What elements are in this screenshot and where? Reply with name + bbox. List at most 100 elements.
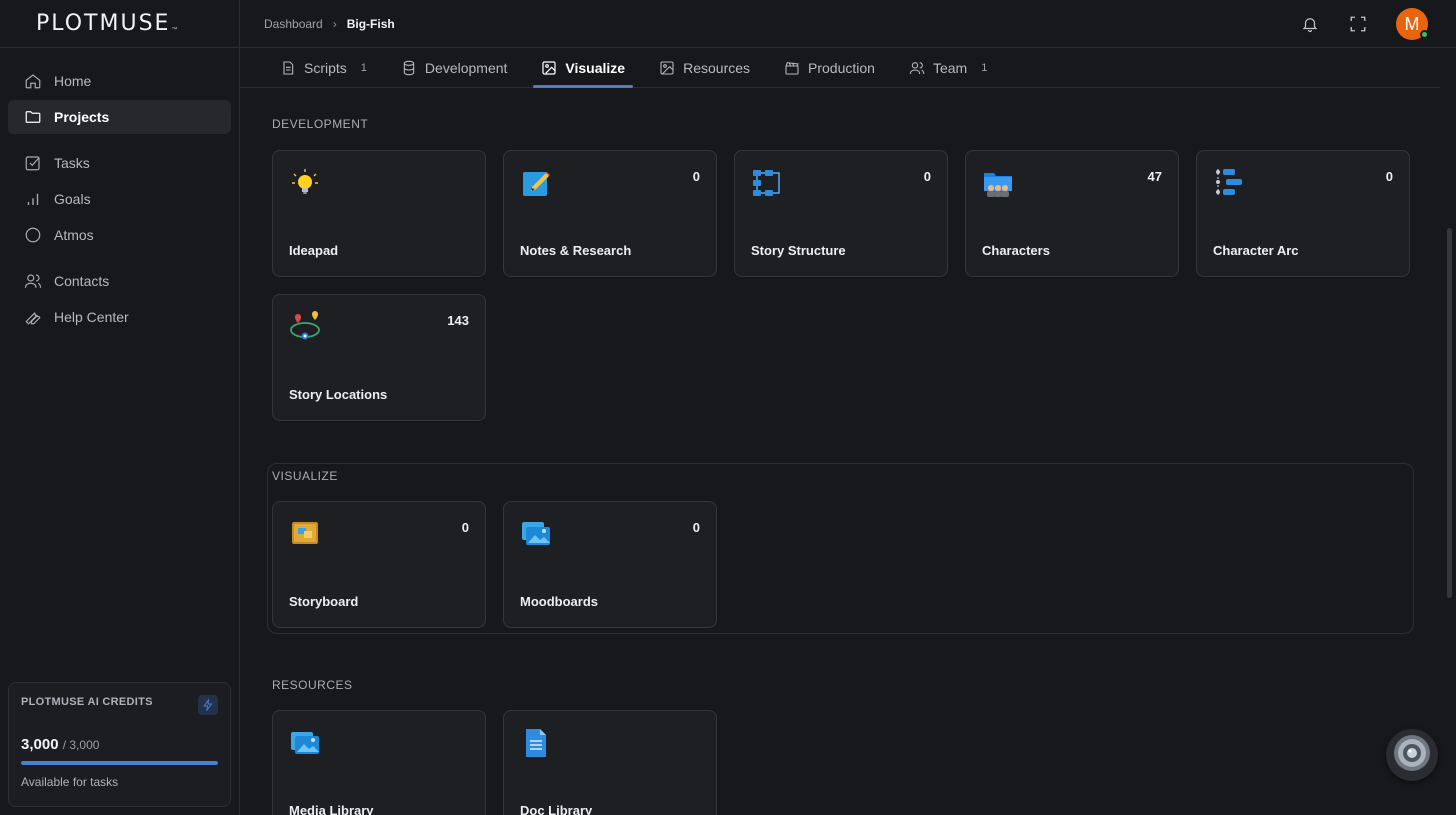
card-moodboards[interactable]: 0 Moodboards	[503, 501, 717, 628]
credits-total: / 3,000	[62, 738, 100, 752]
ai-credits-panel: PLOTMUSE AI CREDITS 3,000 / 3,000 Availa…	[8, 682, 231, 807]
tab-team[interactable]: Team 1	[901, 48, 995, 87]
storyboard-icon	[289, 518, 321, 550]
card-label: Character Arc	[1213, 243, 1299, 258]
tab-label: Team	[932, 59, 968, 76]
card-label: Story Locations	[289, 387, 388, 402]
tab-label: Resources	[683, 59, 751, 76]
moodboard-icon	[520, 518, 552, 550]
sidebar-item-projects[interactable]: Projects	[8, 100, 231, 134]
lightbulb-icon	[289, 167, 321, 199]
sidebar-item-label: Help Center	[54, 309, 129, 325]
section-title-development: DEVELOPMENT	[272, 117, 369, 131]
card-count: 143	[447, 313, 469, 328]
logo-tm: ™	[171, 27, 178, 33]
card-doc-library[interactable]: Doc Library	[503, 710, 717, 815]
avatar[interactable]: M	[1396, 8, 1429, 40]
card-count: 0	[692, 520, 700, 535]
credits-progress-fill	[21, 761, 218, 765]
sidebar-item-contacts[interactable]: Contacts	[8, 264, 231, 298]
tab-visualize[interactable]: Visualize	[533, 48, 633, 88]
card-label: Notes & Research	[520, 243, 632, 258]
visualize-section: VISUALIZE 0 Storyboard 0 Moodboards	[240, 469, 1412, 628]
visualize-cards: 0 Storyboard 0 Moodboards	[272, 501, 1412, 628]
sidebar-item-atmos[interactable]: Atmos	[8, 218, 231, 252]
breadcrumb: Dashboard › Big-Fish	[264, 17, 395, 31]
card-characters[interactable]: 47 Characters	[965, 150, 1179, 277]
assistant-icon	[1392, 733, 1432, 778]
card-label: Media Library	[289, 803, 374, 815]
card-notes-research[interactable]: 0 Notes & Research	[503, 150, 717, 277]
section-title-resources: RESOURCES	[272, 678, 353, 692]
database-icon	[401, 60, 417, 76]
characters-folder-icon	[982, 167, 1014, 199]
bolt-icon[interactable]	[198, 695, 218, 715]
tab-production[interactable]: Production	[776, 48, 883, 87]
sidebar-item-tasks[interactable]: Tasks	[8, 146, 231, 180]
image-icon	[541, 60, 557, 76]
development-cards: Ideapad 0 Notes & Research 0 Story Struc…	[272, 150, 1412, 421]
app-logo[interactable]: PLOTMUSE ™	[0, 0, 239, 48]
sidebar: PLOTMUSE ™ Home Projects Tasks Goals Atm…	[0, 0, 240, 815]
card-ideapad[interactable]: Ideapad	[272, 150, 486, 277]
card-count: 0	[1385, 169, 1393, 184]
folder-icon	[24, 108, 42, 126]
breadcrumb-current: Big-Fish	[346, 16, 395, 31]
development-section: DEVELOPMENT Ideapad 0 Notes & Research 0…	[240, 117, 1412, 421]
sidebar-item-label: Projects	[54, 109, 110, 125]
script-icon	[280, 60, 296, 76]
sidebar-item-label: Tasks	[54, 155, 90, 171]
fullscreen-icon[interactable]	[1348, 14, 1368, 34]
sidebar-item-help-center[interactable]: Help Center	[8, 300, 231, 334]
card-count: 0	[692, 169, 700, 184]
credits-value: 3,000	[21, 736, 59, 753]
logo-text: PLOTMUSE	[36, 11, 171, 36]
notepad-icon	[520, 167, 552, 199]
topbar-actions: M	[1300, 8, 1429, 40]
credits-amount: 3,000 / 3,000	[21, 736, 218, 753]
scrollbar[interactable]	[1447, 228, 1452, 598]
tab-count: 1	[981, 61, 988, 74]
card-label: Moodboards	[520, 594, 598, 609]
card-character-arc[interactable]: 0 Character Arc	[1196, 150, 1410, 277]
tab-scripts[interactable]: Scripts 1	[272, 48, 375, 87]
sidebar-item-label: Goals	[54, 191, 91, 207]
users-icon	[24, 272, 42, 290]
card-label: Storyboard	[289, 594, 359, 609]
check-square-icon	[24, 154, 42, 172]
card-count: 47	[1147, 169, 1162, 184]
assistant-button[interactable]	[1386, 729, 1438, 781]
sidebar-nav: Home Projects Tasks Goals Atmos Contacts…	[0, 48, 239, 334]
map-pins-icon	[289, 311, 321, 343]
card-label: Ideapad	[289, 243, 339, 258]
tab-resources[interactable]: Resources	[651, 48, 758, 87]
flowchart-icon	[751, 167, 783, 199]
main-content: Dashboard › Big-Fish M Scripts 1 Develop…	[240, 0, 1456, 815]
card-storyboard[interactable]: 0 Storyboard	[272, 501, 486, 628]
breadcrumb-dashboard[interactable]: Dashboard	[264, 17, 323, 31]
document-icon	[520, 727, 552, 759]
tab-label: Development	[424, 59, 508, 76]
picture-icon	[659, 60, 675, 76]
tab-development[interactable]: Development	[393, 48, 516, 87]
sidebar-item-label: Contacts	[54, 273, 110, 289]
sidebar-item-goals[interactable]: Goals	[8, 182, 231, 216]
credits-title: PLOTMUSE AI CREDITS	[21, 696, 153, 708]
card-story-structure[interactable]: 0 Story Structure	[734, 150, 948, 277]
tab-label: Scripts	[304, 59, 347, 76]
media-library-icon	[289, 727, 321, 759]
bell-icon[interactable]	[1300, 14, 1320, 34]
sidebar-item-home[interactable]: Home	[8, 64, 231, 98]
section-title-visualize: VISUALIZE	[272, 469, 338, 483]
home-icon	[24, 72, 42, 90]
credits-note: Available for tasks	[21, 775, 119, 789]
card-media-library[interactable]: Media Library	[272, 710, 486, 815]
avatar-initial: M	[1404, 13, 1420, 34]
sidebar-item-label: Atmos	[54, 227, 94, 243]
clapper-icon	[784, 60, 800, 76]
arc-list-icon	[1213, 167, 1245, 199]
resources-section: RESOURCES Media Library Doc Library	[240, 678, 1412, 815]
card-story-locations[interactable]: 143 Story Locations	[272, 294, 486, 421]
topbar: Dashboard › Big-Fish M	[240, 0, 1456, 48]
card-label: Characters	[982, 243, 1050, 258]
